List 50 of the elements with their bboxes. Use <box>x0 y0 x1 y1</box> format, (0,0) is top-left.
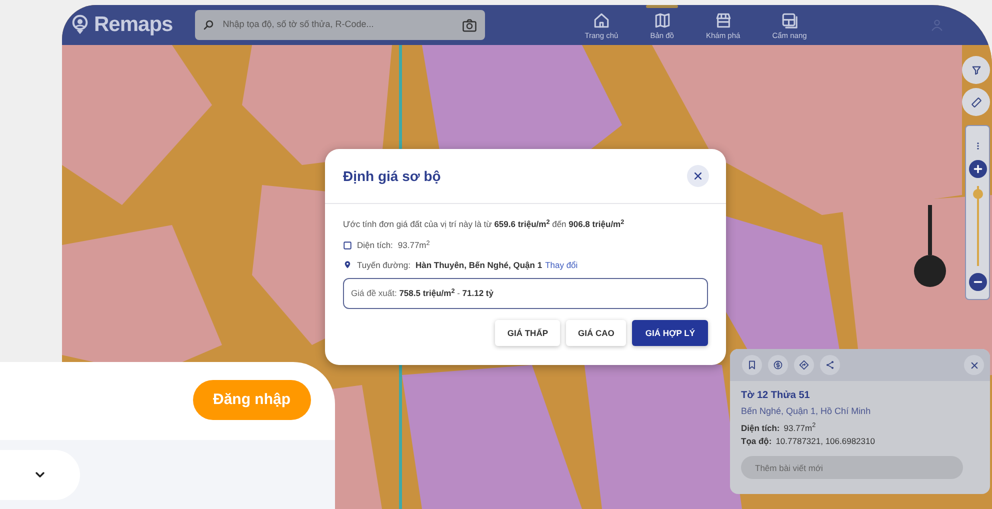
area-label: Diện tích: <box>357 238 393 252</box>
coordinates-label: Tọa độ: <box>741 435 772 448</box>
location-pin-icon <box>343 260 352 270</box>
share-icon <box>825 360 835 370</box>
dollar-button[interactable] <box>768 355 788 375</box>
home-icon <box>592 12 610 29</box>
zoom-out-button[interactable] <box>969 273 987 291</box>
filter-icon <box>970 64 982 76</box>
logo-text: Remaps <box>94 12 173 38</box>
price-option-button[interactable]: GIÁ THẤP <box>495 320 560 346</box>
estimate-text: Ước tính đơn giá đất của vị trí này là từ 659.6 triệu/m$^{2}$ đến 906.8 triệu/m$^{2}$ <box>343 218 626 231</box>
bookmark-icon <box>747 360 757 370</box>
user-icon <box>930 18 944 32</box>
map-icon <box>654 12 671 29</box>
zoom-in-button[interactable] <box>969 160 987 178</box>
parcel-title: Tờ 12 Thửa 51 <box>741 389 811 403</box>
close-button[interactable] <box>964 355 984 375</box>
camera-icon <box>462 18 477 32</box>
route-label: Tuyến đường: <box>357 258 410 272</box>
layout-icon <box>780 12 798 29</box>
coordinates-value: 10.7787321, 106.6982310 <box>776 435 875 448</box>
more-icon <box>974 140 982 152</box>
close-icon <box>970 360 978 370</box>
store-icon <box>714 12 732 29</box>
area-label: Diện tích: <box>741 422 780 434</box>
share-button[interactable] <box>820 355 840 375</box>
bookmark-button[interactable] <box>742 355 762 375</box>
search-icon <box>202 19 215 31</box>
area-value: 93.77m$^{2}$ <box>784 422 816 434</box>
plus-icon <box>973 164 983 174</box>
route-value: Hàn Thuyên, Bến Nghé, Quận 1 <box>415 258 542 272</box>
area-value: 93.77m$^{2}$ <box>398 238 430 252</box>
suggested-price-field[interactable]: Giá đề xuất: 758.5 triệu/m$^{2}$ - 71.12 tỷ <box>343 278 708 310</box>
close-button[interactable] <box>687 165 709 187</box>
change-link[interactable]: Thay đổi <box>545 258 578 272</box>
search-field[interactable]: Nhập tọa độ, số tờ số thửa, R-Code... <box>222 18 454 32</box>
price-option-button[interactable]: GIÁ HỢP LÝ <box>632 320 708 346</box>
close-icon <box>693 171 703 181</box>
directions-button[interactable] <box>794 355 814 375</box>
square-icon <box>343 240 352 250</box>
ruler-icon <box>970 96 982 108</box>
parcel-address: Bến Nghé, Quận 1, Hồ Chí Minh <box>741 405 872 418</box>
zoom-slider-thumb[interactable] <box>973 189 983 199</box>
price-option-button[interactable]: GIÁ CAO <box>566 320 626 346</box>
dollar-icon <box>773 360 783 370</box>
directions-icon <box>799 360 809 370</box>
new-post-field[interactable]: Thêm bài viết mới <box>741 456 963 479</box>
search-bar[interactable]: Nhập tọa độ, số tờ số thửa, R-Code... <box>194 10 485 40</box>
dialog-title: Định giá sơ bộ <box>343 168 441 184</box>
logo-icon <box>70 13 90 37</box>
